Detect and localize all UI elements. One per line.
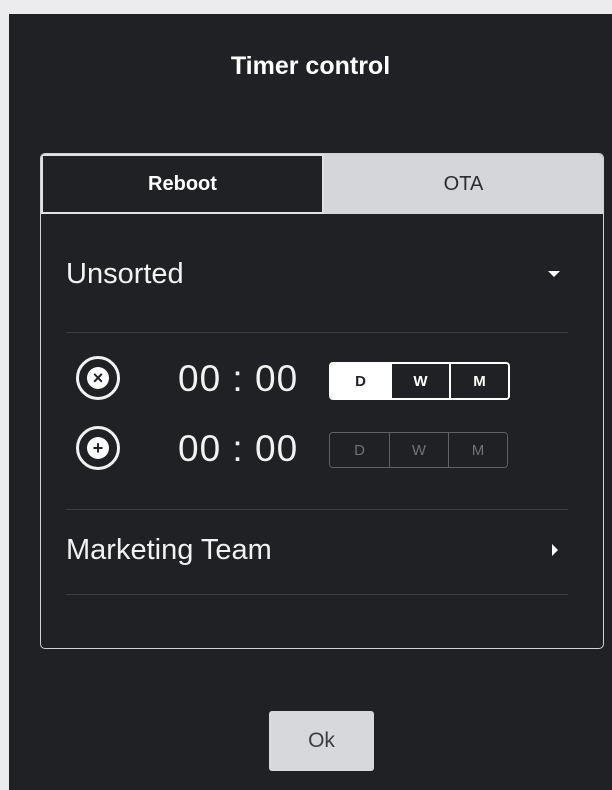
caret-down-icon — [548, 271, 560, 277]
timer-panel: Reboot OTA Unsorted × 00 : 00 D W M + 00… — [40, 153, 604, 649]
timer-time[interactable]: 00 : 00 — [178, 358, 298, 400]
group-row-unsorted[interactable]: Unsorted — [66, 244, 568, 304]
group-name: Unsorted — [66, 257, 184, 290]
timer-row: × 00 : 00 D W M — [76, 356, 536, 406]
close-x-icon: × — [87, 367, 109, 389]
timer-time[interactable]: 00 : 00 — [178, 428, 298, 470]
frequency-day-option[interactable]: D — [330, 433, 389, 467]
timer-control-dialog: Timer control Reboot OTA Unsorted × 00 :… — [9, 14, 612, 790]
tab-bar: Reboot OTA — [41, 154, 603, 214]
frequency-month-option[interactable]: M — [448, 433, 507, 467]
tab-ota[interactable]: OTA — [324, 154, 603, 214]
dialog-title: Timer control — [230, 52, 391, 80]
frequency-week-option[interactable]: W — [389, 433, 448, 467]
divider — [66, 594, 568, 595]
plus-icon: + — [87, 437, 109, 459]
remove-timer-button[interactable]: × — [76, 356, 120, 400]
tab-reboot[interactable]: Reboot — [41, 154, 324, 214]
group-name: Marketing Team — [66, 533, 272, 566]
frequency-selector: D W M — [329, 362, 510, 400]
frequency-month-option[interactable]: M — [449, 364, 508, 398]
group-row-marketing-team[interactable]: Marketing Team — [66, 520, 568, 580]
frequency-day-option[interactable]: D — [331, 364, 390, 398]
add-timer-button[interactable]: + — [76, 426, 120, 470]
divider — [66, 332, 568, 333]
frequency-week-option[interactable]: W — [390, 364, 449, 398]
divider — [66, 509, 568, 510]
caret-right-icon — [552, 544, 558, 556]
timer-row: + 00 : 00 D W M — [76, 426, 536, 476]
frequency-selector: D W M — [329, 432, 508, 468]
ok-button[interactable]: Ok — [269, 711, 374, 771]
